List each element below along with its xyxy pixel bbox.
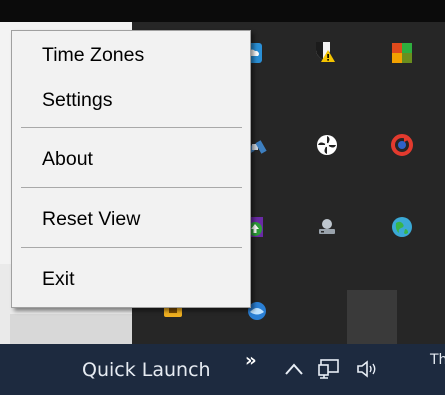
menu-item-reset-view[interactable]: Reset View	[42, 208, 140, 231]
network-icon[interactable]	[316, 356, 342, 382]
quick-launch-label[interactable]: Quick Launch	[82, 359, 211, 381]
menu-item-exit[interactable]: Exit	[42, 268, 75, 291]
menu-item-time-zones[interactable]: Time Zones	[42, 44, 144, 67]
context-menu: Time Zones Settings About Reset View Exi…	[11, 30, 251, 308]
menu-separator	[21, 187, 242, 188]
menu-separator	[21, 127, 242, 128]
menu-item-about[interactable]: About	[42, 148, 93, 171]
fan-icon[interactable]	[314, 132, 340, 158]
clock-partial[interactable]: Th	[430, 352, 445, 368]
menu-item-settings[interactable]: Settings	[42, 89, 112, 112]
drive-icon[interactable]	[314, 214, 340, 240]
menu-separator	[21, 247, 242, 248]
globe-icon[interactable]	[389, 214, 415, 240]
desktop-strip	[10, 314, 132, 344]
show-hidden-icons-chevron-icon[interactable]	[282, 358, 306, 382]
quick-launch-overflow-chevron[interactable]: »	[245, 350, 257, 371]
screen: Quick Launch » Th Time Zones Settings Ab…	[0, 0, 445, 395]
taskbar: Quick Launch » Th	[0, 344, 445, 395]
volume-icon[interactable]	[354, 356, 382, 382]
top-strip	[0, 0, 445, 22]
tray-hover-cell	[347, 290, 397, 344]
security-shield-warning-icon[interactable]	[312, 38, 338, 64]
colorful-app-icon[interactable]	[389, 40, 415, 66]
red-sync-icon[interactable]	[389, 132, 415, 158]
